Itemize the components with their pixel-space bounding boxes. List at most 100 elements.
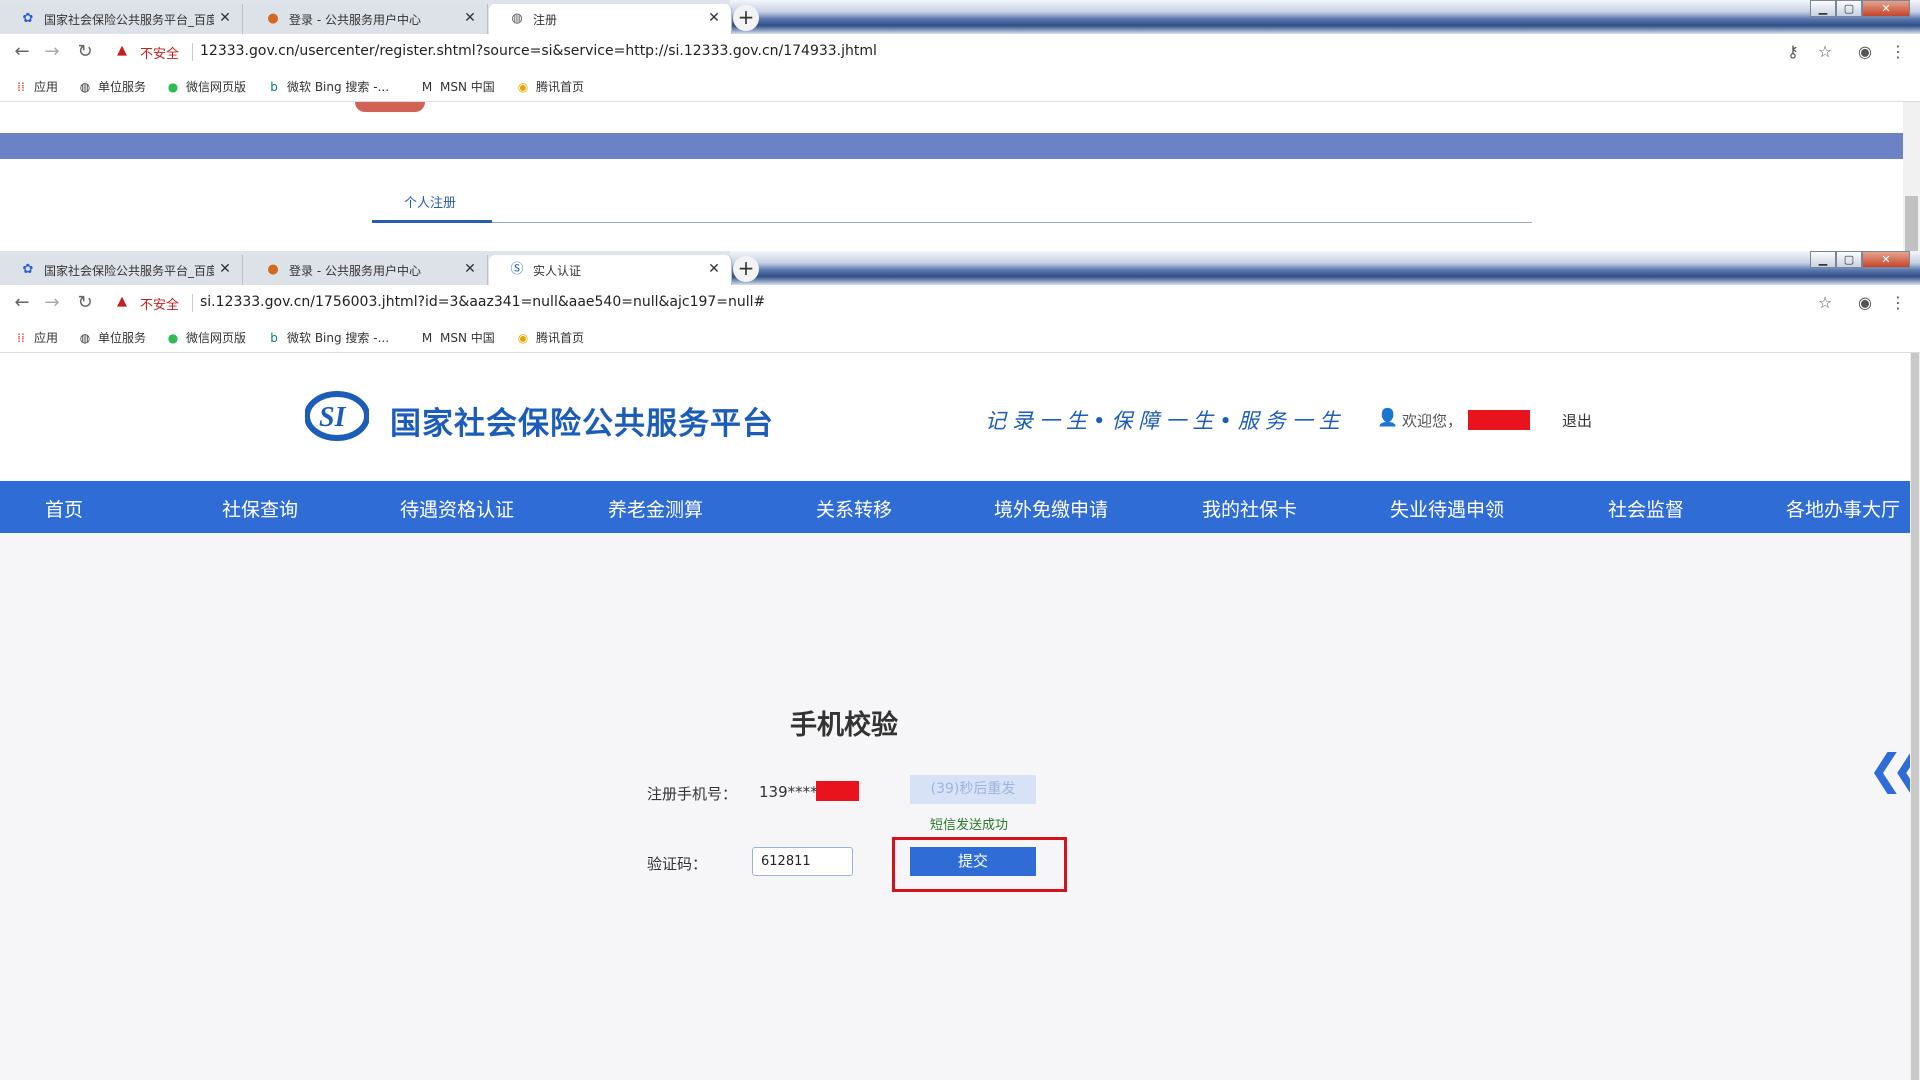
- redacted-phone: [816, 781, 859, 801]
- paw-icon: ✿: [22, 11, 34, 26]
- globe-icon: ◍: [79, 80, 91, 94]
- tencent-icon: ◉: [517, 80, 529, 94]
- forward-icon[interactable]: →: [42, 293, 62, 313]
- bookmark-apps[interactable]: ⁞⁞ 应用: [14, 329, 58, 346]
- bookmark-bing[interactable]: b 微软 Bing 搜索 -...: [267, 329, 389, 346]
- tab-login[interactable]: ● 登录 - 公共服务用户中心 ✕: [245, 4, 488, 34]
- tab-title: 国家社会保险公共服务平台_百度: [44, 13, 214, 27]
- tab-title: 登录 - 公共服务用户中心: [289, 13, 421, 27]
- insecure-label[interactable]: 不安全: [140, 294, 179, 313]
- star-icon[interactable]: ☆: [1815, 293, 1835, 313]
- minimize-button[interactable]: ▁: [1810, 251, 1836, 268]
- bookmark-unit-service[interactable]: ◍ 单位服务: [78, 78, 146, 95]
- si-icon: Ⓢ: [510, 262, 524, 277]
- bookmark-unit-service[interactable]: ◍ 单位服务: [78, 329, 146, 346]
- close-icon[interactable]: ✕: [705, 9, 723, 27]
- tab-register[interactable]: ◍ 注册 ✕: [489, 4, 732, 34]
- address-bar-row: ← → ↻ ▲ 不安全 12333.gov.cn/usercenter/regi…: [0, 34, 1920, 70]
- insecure-label[interactable]: 不安全: [140, 43, 179, 62]
- globe-icon: ◍: [79, 331, 91, 345]
- active-tab-indicator: [372, 220, 492, 223]
- menu-item-pension-calc[interactable]: 养老金测算: [608, 495, 703, 522]
- url-field[interactable]: si.12333.gov.cn/1756003.jhtml?id=3&aaz34…: [200, 294, 765, 310]
- warning-icon: ▲: [117, 43, 127, 58]
- menu-item-local-halls[interactable]: 各地办事大厅: [1786, 495, 1900, 522]
- register-page: 个人注册: [0, 102, 1920, 251]
- page-title: 手机校验: [790, 710, 898, 741]
- bookmarks-bar: ⁞⁞ 应用 ◍ 单位服务 ● 微信网页版 b 微软 Bing 搜索 -... M MSN …: [0, 70, 1920, 102]
- window-controls: ▁ ▢ ✕: [1810, 251, 1914, 269]
- bookmark-msn[interactable]: M MSN 中国: [420, 329, 495, 346]
- minimize-button[interactable]: ▁: [1810, 0, 1836, 17]
- url-field[interactable]: 12333.gov.cn/usercenter/register.shtml?s…: [200, 43, 877, 59]
- scrollbar-thumb[interactable]: [1905, 196, 1918, 251]
- tab-title: 登录 - 公共服务用户中心: [289, 264, 421, 278]
- menu-icon[interactable]: ⋮: [1888, 293, 1908, 313]
- emblem-logo: [355, 102, 425, 112]
- menu-item-unemployment[interactable]: 失业待遇申领: [1390, 495, 1504, 522]
- reload-icon[interactable]: ↻: [75, 42, 95, 62]
- close-icon[interactable]: ✕: [461, 260, 479, 278]
- tab-title: 注册: [533, 13, 558, 27]
- back-icon[interactable]: ←: [12, 293, 32, 313]
- tab-baidu[interactable]: ✿ 国家社会保险公共服务平台_百度 ✕: [0, 255, 243, 285]
- resend-button[interactable]: (39)秒后重发: [910, 775, 1036, 804]
- browser-window-verify: ✿ 国家社会保险公共服务平台_百度 ✕ ● 登录 - 公共服务用户中心 ✕ Ⓢ …: [0, 251, 1920, 1080]
- bookmark-wechat[interactable]: ● 微信网页版: [166, 329, 246, 346]
- close-icon[interactable]: ✕: [216, 260, 234, 278]
- site-header: SI 国家社会保险公共服务平台 记录一生•保障一生•服务一生 👤 欢迎您， 退出: [0, 353, 1910, 481]
- menu-item-query[interactable]: 社保查询: [222, 495, 298, 522]
- welcome-text: 欢迎您，: [1402, 412, 1463, 430]
- menu-item-my-card[interactable]: 我的社保卡: [1202, 495, 1297, 522]
- maximize-button[interactable]: ▢: [1836, 0, 1862, 17]
- close-icon[interactable]: ✕: [461, 9, 479, 27]
- close-icon[interactable]: ✕: [216, 9, 234, 27]
- menu-item-overseas[interactable]: 境外免缴申请: [994, 495, 1108, 522]
- star-icon[interactable]: ☆: [1815, 42, 1835, 62]
- menu-item-transfer[interactable]: 关系转移: [816, 495, 892, 522]
- verification-code-input[interactable]: [752, 847, 853, 876]
- back-icon[interactable]: ←: [12, 42, 32, 62]
- close-window-button[interactable]: ✕: [1862, 0, 1910, 17]
- bookmark-apps[interactable]: ⁞⁞ 应用: [14, 78, 58, 95]
- bookmark-bing[interactable]: b 微软 Bing 搜索 -...: [267, 78, 389, 95]
- wechat-icon: ●: [167, 331, 179, 345]
- close-window-button[interactable]: ✕: [1862, 251, 1910, 268]
- tab-personal-register[interactable]: 个人注册: [404, 192, 456, 211]
- phone-value: 139****: [759, 783, 818, 801]
- browser-window-register: ✿ 国家社会保险公共服务平台_百度 ✕ ● 登录 - 公共服务用户中心 ✕ ◍ …: [0, 0, 1920, 251]
- logout-link[interactable]: 退出: [1562, 410, 1592, 431]
- tab-login[interactable]: ● 登录 - 公共服务用户中心 ✕: [245, 255, 488, 285]
- site-title[interactable]: 国家社会保险公共服务平台: [390, 398, 774, 443]
- scrollbar-thumb[interactable]: [1911, 353, 1919, 1080]
- msn-icon: M: [421, 331, 433, 345]
- key-icon[interactable]: ⚷: [1783, 42, 1803, 62]
- menu-item-supervision[interactable]: 社会监督: [1608, 495, 1684, 522]
- reload-icon[interactable]: ↻: [75, 293, 95, 313]
- si-logo-icon[interactable]: SI: [305, 391, 369, 441]
- main-menu: 首页 社保查询 待遇资格认证 养老金测算 关系转移 境外免缴申请 我的社保卡 失…: [0, 481, 1910, 533]
- bing-icon: b: [270, 80, 278, 94]
- bookmark-wechat[interactable]: ● 微信网页版: [166, 78, 246, 95]
- new-tab-button[interactable]: +: [733, 5, 759, 31]
- tab-identity-verify[interactable]: Ⓢ 实人认证 ✕: [489, 255, 732, 285]
- address-bar-row: ← → ↻ ▲ 不安全 si.12333.gov.cn/1756003.jhtm…: [0, 285, 1920, 321]
- new-tab-button[interactable]: +: [733, 256, 759, 282]
- bookmark-msn[interactable]: M MSN 中国: [420, 78, 495, 95]
- tab-strip: ✿ 国家社会保险公共服务平台_百度 ✕ ● 登录 - 公共服务用户中心 ✕ ◍ …: [0, 0, 1920, 34]
- menu-icon[interactable]: ⋮: [1888, 42, 1908, 62]
- tencent-icon: ◉: [517, 331, 529, 345]
- redacted-username: [1468, 410, 1530, 430]
- bookmark-tencent[interactable]: ◉ 腾讯首页: [516, 329, 584, 346]
- maximize-button[interactable]: ▢: [1836, 251, 1862, 268]
- menu-item-home[interactable]: 首页: [45, 495, 83, 522]
- forward-icon[interactable]: →: [42, 42, 62, 62]
- tab-baidu[interactable]: ✿ 国家社会保险公共服务平台_百度 ✕: [0, 4, 243, 34]
- account-icon[interactable]: ◉: [1855, 42, 1875, 62]
- menu-item-qualification[interactable]: 待遇资格认证: [400, 495, 514, 522]
- submit-button[interactable]: 提交: [910, 847, 1036, 876]
- account-icon[interactable]: ◉: [1855, 293, 1875, 313]
- close-icon[interactable]: ✕: [705, 260, 723, 278]
- bing-icon: b: [270, 331, 278, 345]
- bookmark-tencent[interactable]: ◉ 腾讯首页: [516, 78, 584, 95]
